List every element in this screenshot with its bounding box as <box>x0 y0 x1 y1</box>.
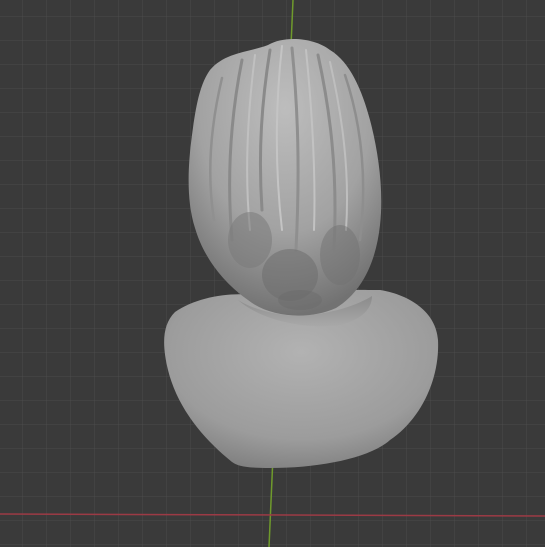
sculpt-model[interactable] <box>0 0 545 547</box>
3d-viewport[interactable] <box>0 0 545 547</box>
